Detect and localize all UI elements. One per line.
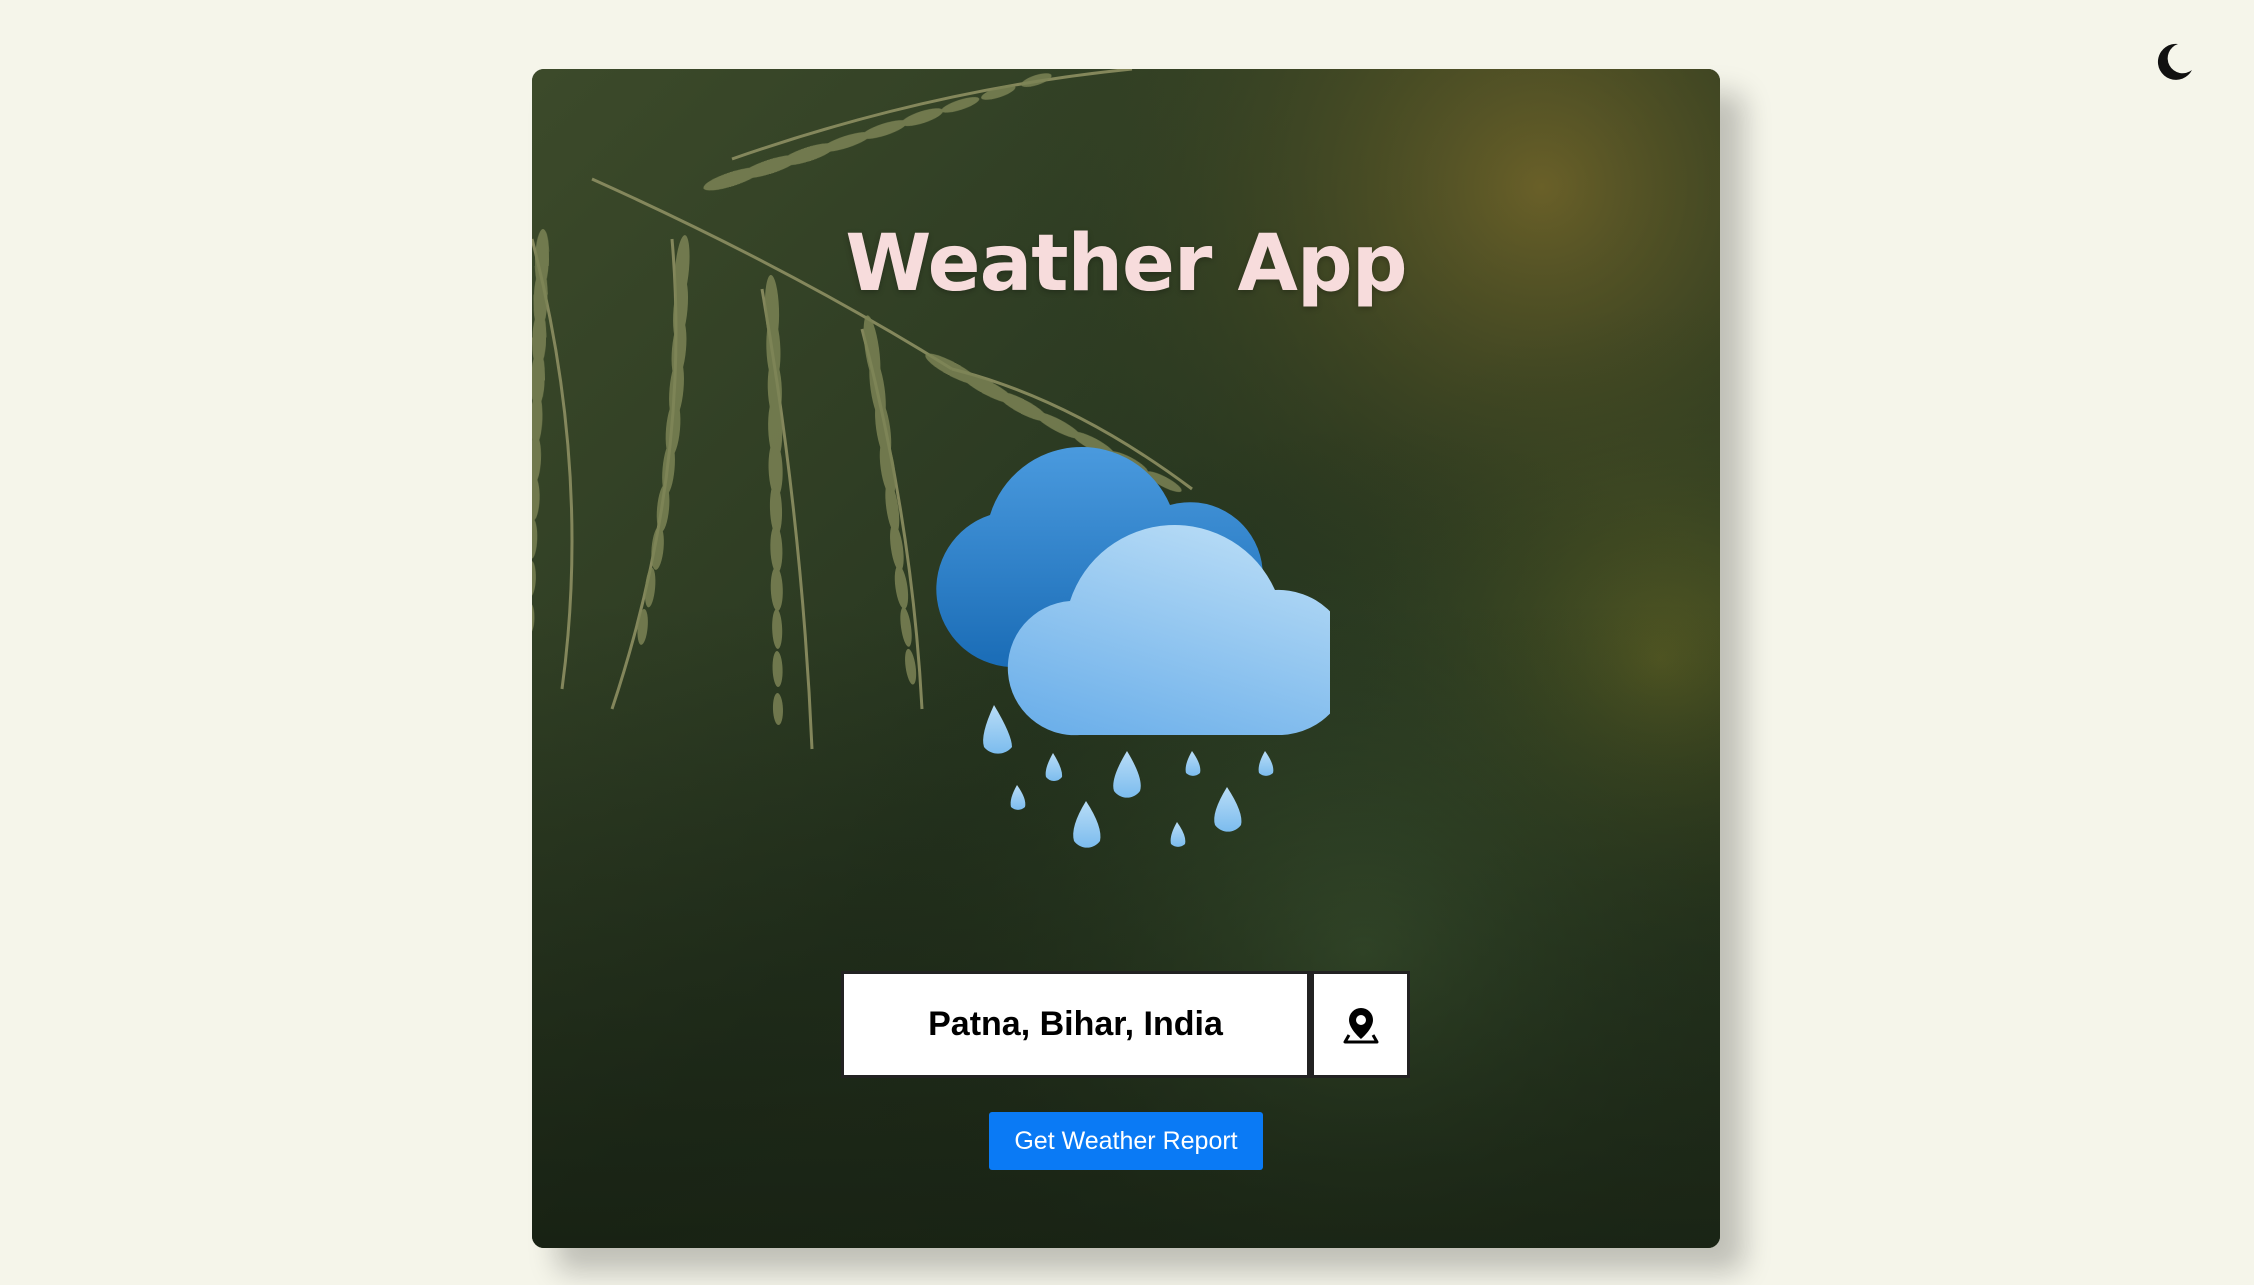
moon-icon [2157, 43, 2192, 80]
cloud-rain-icon [936, 446, 1330, 848]
location-input[interactable] [841, 971, 1310, 1078]
map-pin-icon [1343, 1007, 1378, 1043]
theme-toggle-button[interactable] [2152, 40, 2196, 84]
locate-me-button[interactable] [1310, 971, 1410, 1078]
app-title: Weather App [845, 219, 1407, 309]
weather-card: Weather App Patna, Bihar, India Get Weat… [532, 69, 1720, 1248]
get-weather-report-button[interactable]: Get Weather Report [989, 1112, 1263, 1170]
location-search-row [841, 971, 1410, 1078]
